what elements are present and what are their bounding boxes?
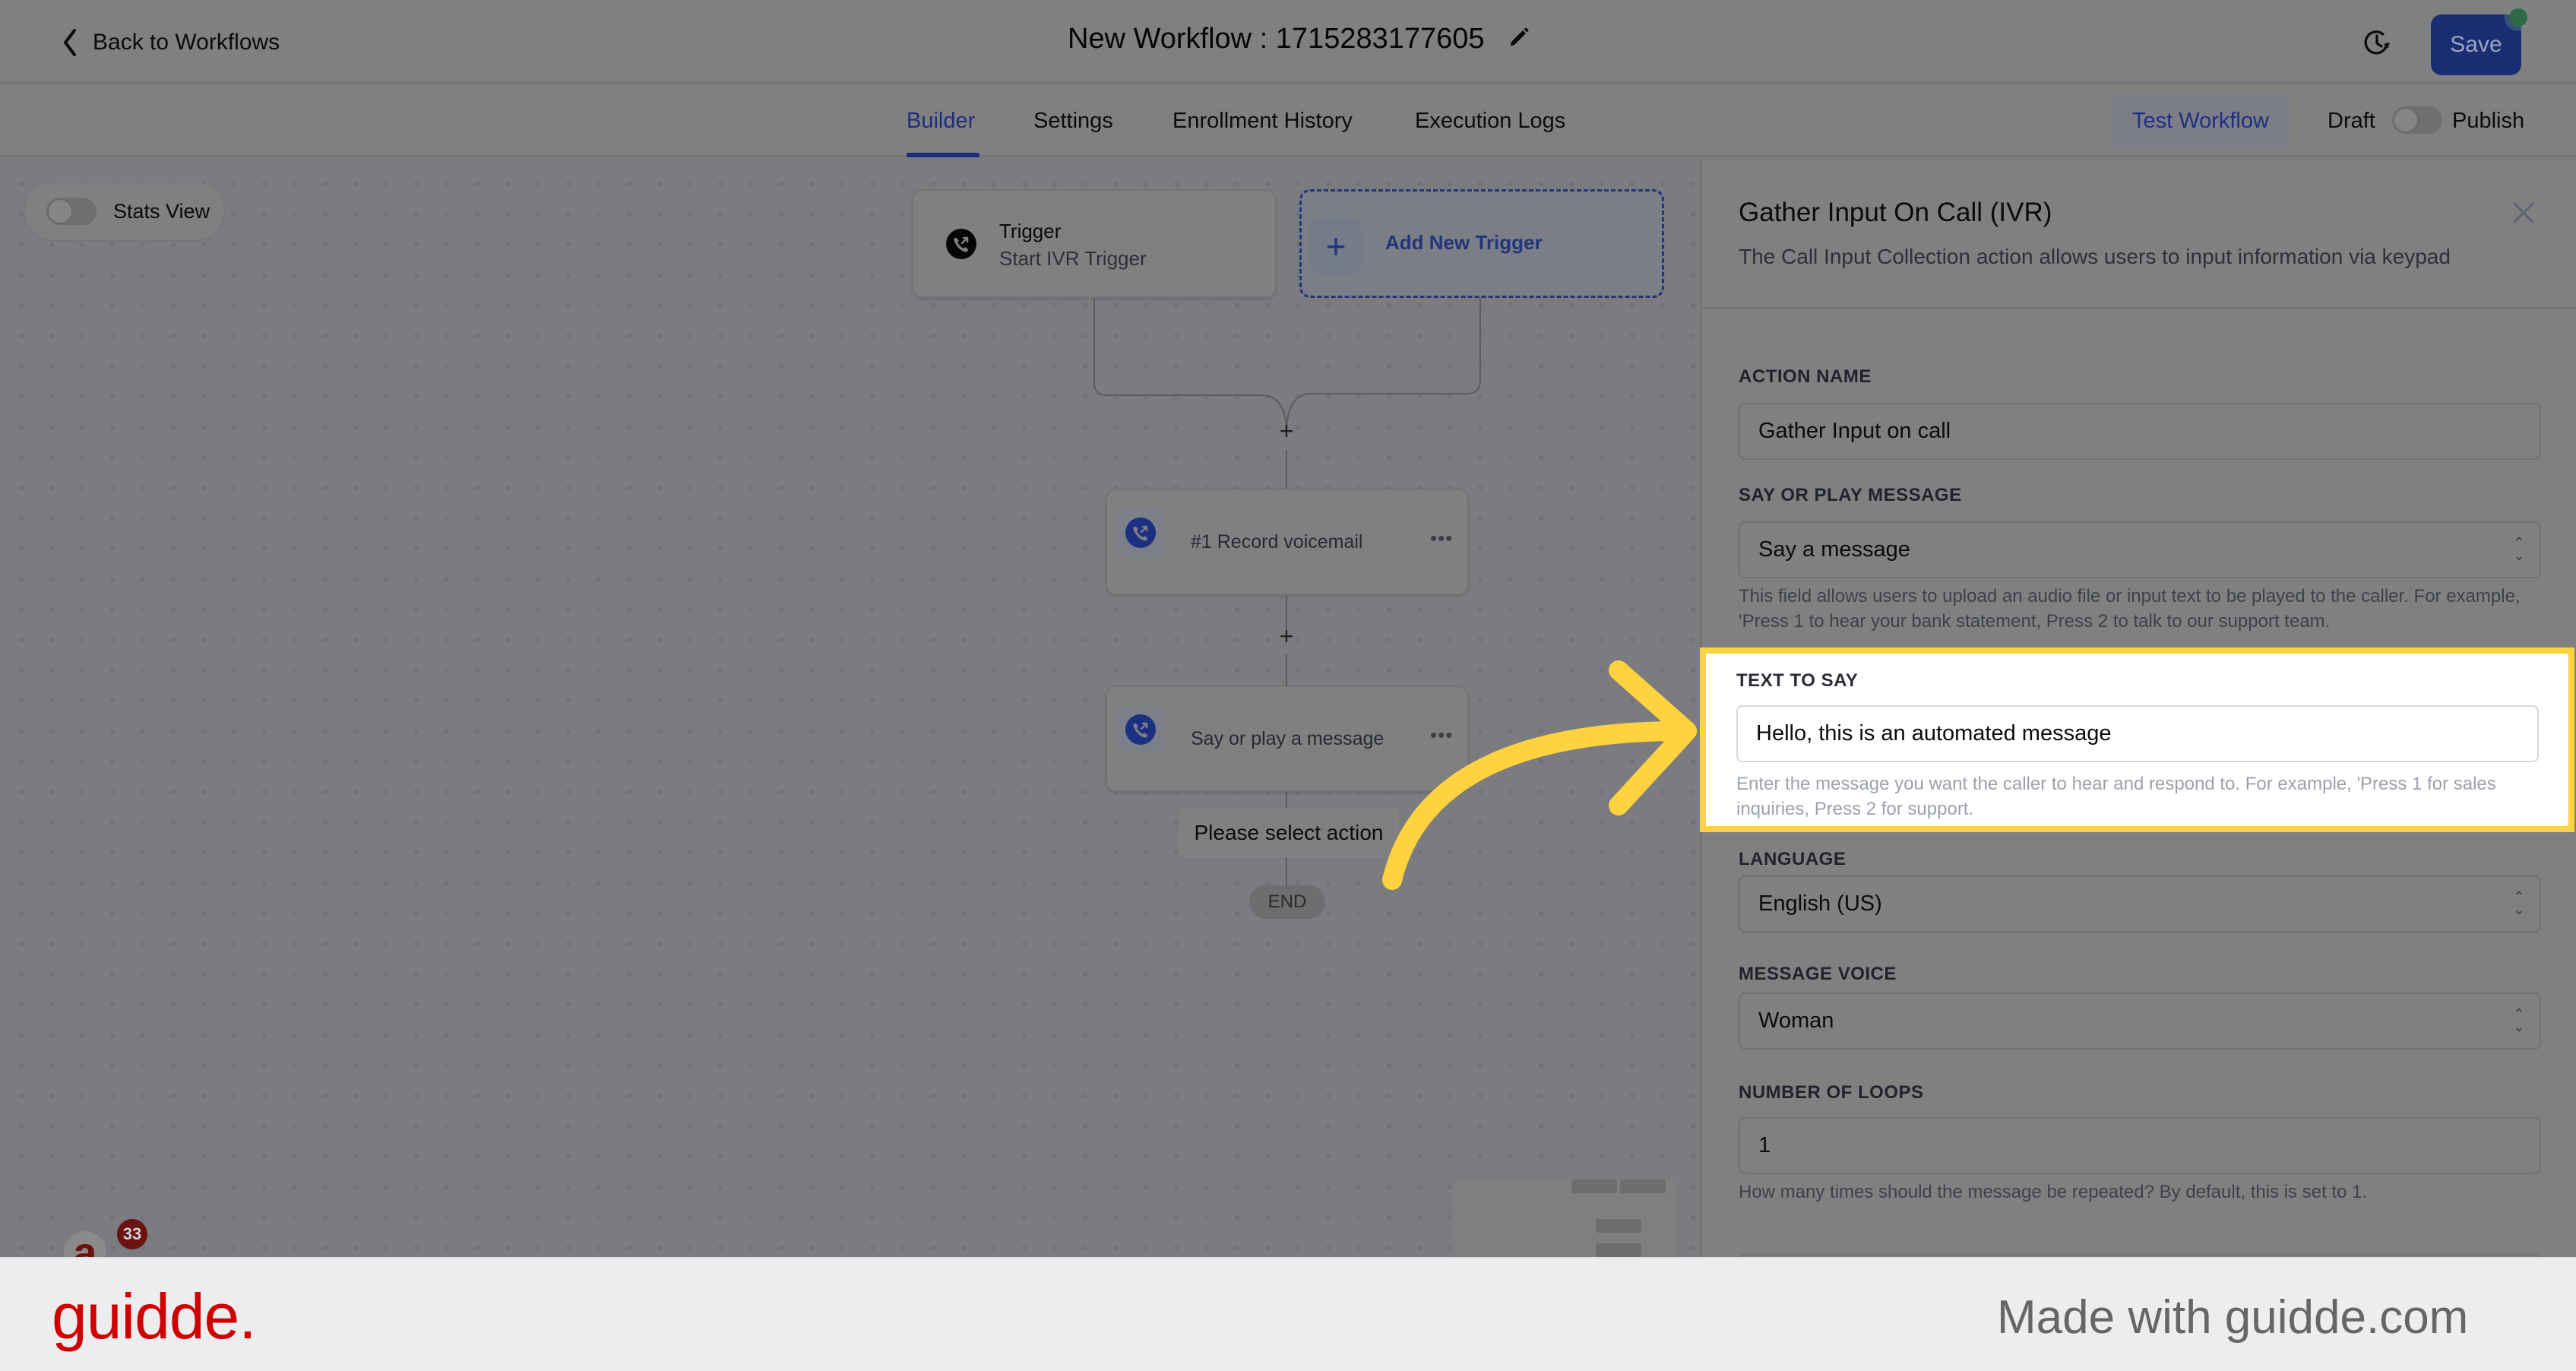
say-or-play-value: Say a message [1758,537,1910,562]
select-arrows-icon: ⌃ ⌄ [2513,535,2525,563]
action-name-input[interactable]: Gather Input on call [1739,403,2541,460]
action-label: Say or play a message [1191,728,1385,749]
more-options-icon[interactable]: ••• [1430,723,1453,747]
top-header: Back to Workflows New Workflow : 1715283… [0,0,2576,84]
phone-outgoing-icon [1125,518,1156,548]
workflow-canvas[interactable]: Stats View Trigger Start IVR Trigger + A… [0,160,1700,1257]
action-icon-box [1118,510,1163,556]
tab-execution-logs[interactable]: Execution Logs [1415,109,1565,134]
active-tab-indicator [907,153,979,157]
more-options-icon[interactable]: ••• [1430,527,1453,550]
guidde-footer: guidde. Made with guidde.com [0,1257,2576,1371]
minimap[interactable] [1454,1179,1675,1257]
text-to-say-help: Enter the message you want the caller to… [1736,774,2496,819]
minimap-block [1620,1179,1666,1193]
stats-view-label: Stats View [113,199,210,223]
stats-view-toggle[interactable] [46,198,97,225]
guidde-logo: guidde. [52,1281,257,1352]
publish-toggle[interactable] [2392,106,2442,134]
select-action-placeholder[interactable]: Please select action [1179,809,1398,857]
tab-settings[interactable]: Settings [1033,109,1113,134]
pencil-icon [1510,27,1529,46]
text-to-say-label: TEXT TO SAY [1736,670,1859,691]
language-select[interactable]: English (US) ⌃ ⌄ [1739,875,2541,932]
status-dot [2509,8,2527,27]
trigger-node[interactable]: Trigger Start IVR Trigger [912,189,1277,298]
back-to-workflows-link[interactable]: Back to Workflows [61,26,280,59]
language-label: LANGUAGE [1739,849,1847,869]
message-voice-label: MESSAGE VOICE [1739,964,1897,984]
panel-header: Gather Input On Call (IVR) The Call Inpu… [1702,160,2576,309]
language-value: English (US) [1758,891,1882,916]
publish-label: Publish [2452,109,2525,133]
tab-bar: Builder Settings Enrollment History Exec… [0,86,2576,157]
action-label: #1 Record voicemail [1191,531,1363,553]
stats-view-control: Stats View [25,182,224,240]
tab-enrollment-history[interactable]: Enrollment History [1172,109,1353,134]
select-arrows-icon: ⌃ ⌄ [2513,889,2525,917]
draft-label: Draft [2328,109,2375,133]
action-name-label: ACTION NAME [1739,366,1872,387]
number-of-loops-input[interactable]: 1 [1739,1117,2541,1174]
toggle-knob [2393,107,2419,133]
connector-trigger [1093,298,1287,434]
save-button[interactable]: Save [2431,14,2521,75]
message-voice-value: Woman [1758,1008,1834,1033]
tab-builder[interactable]: Builder [907,109,975,134]
number-of-loops-help: How many times should the message be rep… [1739,1182,2368,1202]
action-node-say-or-play[interactable]: Say or play a message ••• [1106,686,1469,792]
panel-title: Gather Input On Call (IVR) [1739,198,2052,227]
panel-description: The Call Input Collection action allows … [1739,245,2451,268]
connector-add-trigger [1286,298,1481,434]
chevron-left-icon [64,29,76,56]
test-workflow-button[interactable]: Test Workflow [2111,93,2290,148]
action-icon-box [1118,707,1163,752]
say-or-play-select[interactable]: Say a message ⌃ ⌄ [1739,521,2541,578]
add-step-button[interactable]: + [1275,624,1298,648]
trigger-subtitle: Start IVR Trigger [999,247,1147,270]
end-node: END [1249,885,1325,919]
action-node-record-voicemail[interactable]: #1 Record voicemail ••• [1106,489,1469,595]
history-clock-icon [2364,30,2390,55]
edit-title-button[interactable] [1508,26,1530,52]
phone-incoming-icon [946,229,976,259]
plus-icon: + [1310,218,1362,274]
notification-badge: 33 [117,1219,147,1249]
text-to-say-input[interactable]: Hello, this is an automated message [1736,705,2539,762]
number-of-loops-label: NUMBER OF LOOPS [1739,1082,1924,1103]
add-step-button[interactable]: + [1275,419,1298,443]
say-or-play-label: SAY OR PLAY MESSAGE [1739,485,1962,505]
add-new-trigger-button[interactable]: + Add New Trigger [1299,189,1664,298]
made-with-tagline: Made with guidde.com [1997,1291,2469,1344]
message-voice-select[interactable]: Woman ⌃ ⌄ [1739,993,2541,1050]
phone-outgoing-icon [1125,714,1156,745]
minimap-block [1596,1243,1641,1257]
version-history-button[interactable] [2362,27,2392,58]
close-icon[interactable] [2510,199,2537,226]
minimap-block [1596,1219,1641,1233]
minimap-block [1571,1179,1617,1193]
trigger-title: Trigger [999,220,1062,242]
select-arrows-icon: ⌃ ⌄ [2513,1006,2525,1034]
say-or-play-help: This field allows users to upload an aud… [1739,586,2521,632]
workflow-title-group: New Workflow : 1715283177605 [1068,23,1530,55]
toggle-knob [47,198,73,224]
back-label: Back to Workflows [93,30,280,55]
workflow-title: New Workflow : 1715283177605 [1068,23,1485,55]
add-trigger-label: Add New Trigger [1385,231,1543,254]
text-to-say-highlight: TEXT TO SAY Hello, this is an automated … [1700,648,2574,832]
